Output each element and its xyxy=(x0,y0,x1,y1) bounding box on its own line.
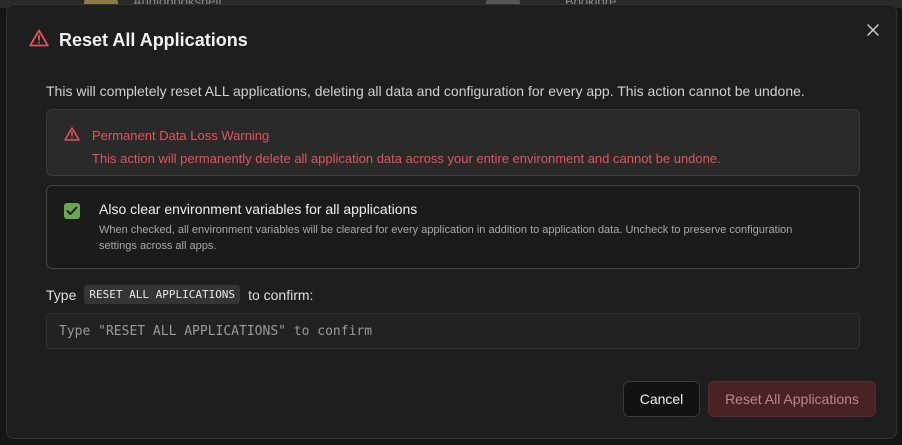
close-icon xyxy=(867,24,879,36)
dialog-title: Reset All Applications xyxy=(59,30,248,50)
dialog-header: Reset All Applications xyxy=(29,29,248,52)
reset-all-dialog: Reset All Applications This will complet… xyxy=(6,4,897,439)
confirm-instruction: Type RESET ALL APPLICATIONS to confirm: xyxy=(46,285,313,304)
cancel-button[interactable]: Cancel xyxy=(623,381,700,417)
confirm-prefix: Type xyxy=(46,286,77,303)
clear-env-vars-checkbox[interactable] xyxy=(64,203,80,219)
warning-triangle-icon xyxy=(64,127,80,146)
warning-title: Permanent Data Loss Warning xyxy=(92,128,270,143)
clear-env-vars-label[interactable]: Also clear environment variables for all… xyxy=(99,201,417,217)
warning-triangle-icon xyxy=(29,29,49,52)
data-loss-warning: Permanent Data Loss Warning This action … xyxy=(46,109,860,176)
confirm-code: RESET ALL APPLICATIONS xyxy=(84,285,241,304)
clear-env-vars-option: Also clear environment variables for all… xyxy=(46,185,860,269)
warning-text: This action will permanently delete all … xyxy=(92,151,721,166)
reset-all-button[interactable]: Reset All Applications xyxy=(708,381,876,417)
confirm-suffix: to confirm: xyxy=(248,286,314,303)
dialog-description: This will completely reset ALL applicati… xyxy=(46,83,805,99)
confirm-input[interactable] xyxy=(46,313,860,349)
clear-env-vars-help: When checked, all environment variables … xyxy=(99,224,793,252)
close-button[interactable] xyxy=(864,21,882,39)
checkmark-icon xyxy=(66,206,78,215)
